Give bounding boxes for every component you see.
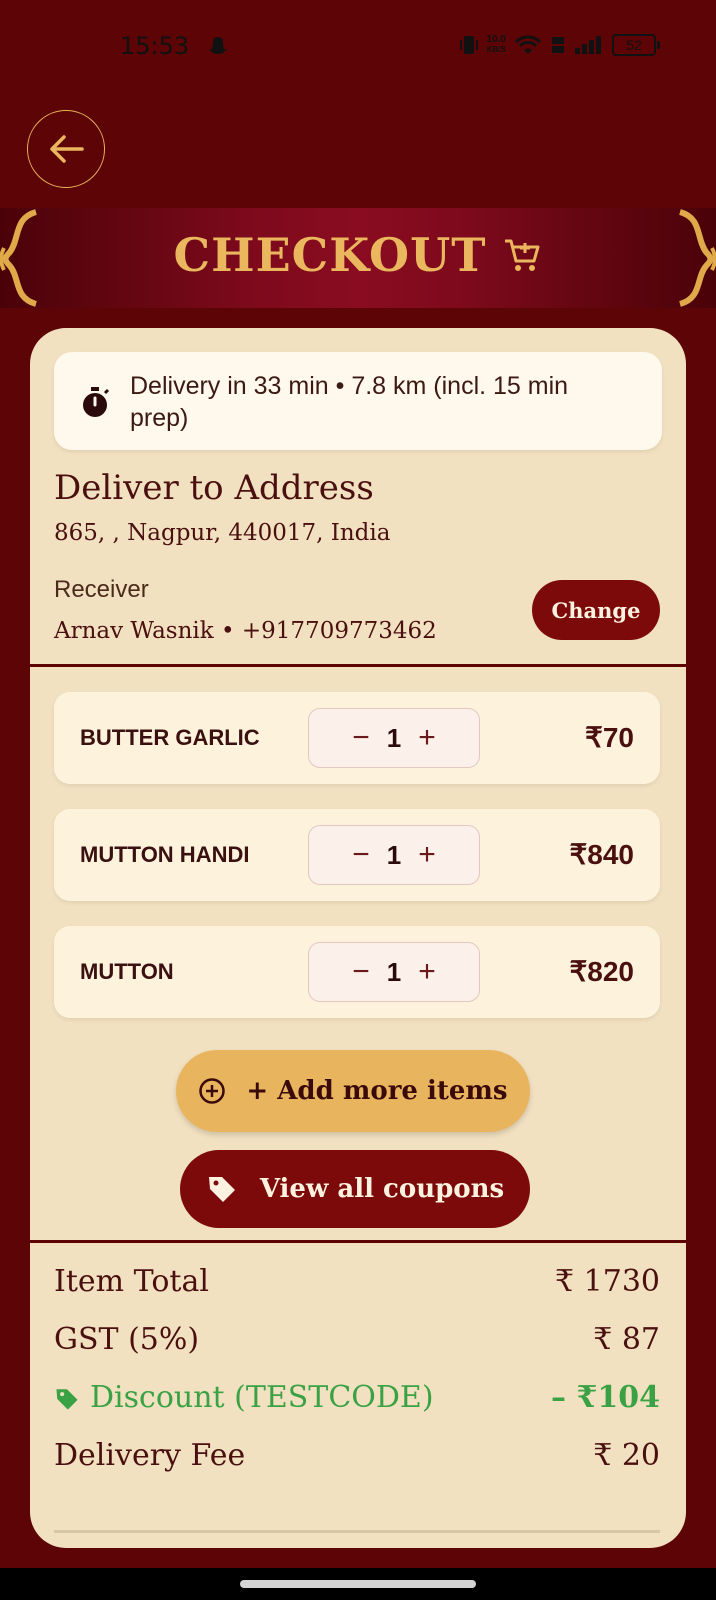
section-divider (30, 664, 686, 667)
checkout-banner: CHECKOUT (0, 208, 716, 308)
item-price: ₹840 (569, 839, 634, 870)
bill-delivery-fee: Delivery Fee ₹ 20 (54, 1438, 660, 1488)
banner-ornament-right (678, 209, 716, 307)
cart-item: MUTTON HANDI − 1 + ₹840 (54, 809, 660, 901)
item-total-value: ₹ 1730 (555, 1264, 660, 1299)
bill-discount: Discount (TESTCODE) – ₹104 (54, 1380, 660, 1430)
delivery-eta-text: Delivery in 33 min • 7.8 km (incl. 15 mi… (130, 372, 569, 432)
bill-item-total: Item Total ₹ 1730 (54, 1264, 660, 1314)
cart-item: BUTTER GARLIC − 1 + ₹70 (54, 692, 660, 784)
view-coupons-button[interactable]: View all coupons (180, 1150, 530, 1228)
vibrate-icon (459, 36, 478, 54)
back-arrow-icon (50, 135, 84, 163)
back-button[interactable] (27, 110, 105, 188)
quantity-stepper: − 1 + (308, 942, 480, 1002)
banner-ornament-left (0, 209, 38, 307)
battery-icon: 52 (612, 34, 660, 56)
address-title: Deliver to Address (54, 468, 374, 508)
item-total-label: Item Total (54, 1264, 209, 1299)
delivery-fee-label: Delivery Fee (54, 1438, 246, 1473)
quantity-stepper: − 1 + (308, 825, 480, 885)
home-gesture-handle[interactable] (240, 1580, 476, 1588)
snapchat-icon (209, 37, 227, 54)
net-speed: 10.0 KB/S (486, 34, 506, 55)
item-name: MUTTON (80, 959, 174, 984)
checkout-card: Delivery in 33 min • 7.8 km (incl. 15 mi… (30, 328, 686, 1548)
item-quantity: 1 (386, 839, 402, 870)
wifi-icon (514, 35, 542, 54)
bill-gst: GST (5%) ₹ 87 (54, 1322, 660, 1372)
item-price: ₹820 (569, 956, 634, 987)
bill-divider (54, 1530, 660, 1533)
decrease-quantity-button[interactable]: − (343, 827, 379, 883)
signal-icon (575, 36, 601, 54)
decrease-quantity-button[interactable]: − (343, 710, 379, 766)
discount-tag-icon (56, 1389, 78, 1410)
item-quantity: 1 (386, 722, 402, 753)
status-bar: 15:53 10.0 KB/S 52 (0, 0, 716, 92)
stopwatch-icon (83, 387, 110, 417)
gst-value: ₹ 87 (593, 1322, 660, 1357)
delivery-eta-box: Delivery in 33 min • 7.8 km (incl. 15 mi… (54, 352, 662, 450)
view-coupons-label: View all coupons (259, 1174, 505, 1204)
add-more-items-button[interactable]: + Add more items (176, 1050, 530, 1132)
address-line: 865, , Nagpur, 440017, India (54, 520, 391, 546)
quantity-stepper: − 1 + (308, 708, 480, 768)
item-quantity: 1 (386, 956, 402, 987)
change-address-button[interactable]: Change (532, 580, 660, 640)
decrease-quantity-button[interactable]: − (343, 944, 379, 1000)
item-name: BUTTER GARLIC (80, 725, 260, 750)
receiver-label: Receiver (54, 576, 149, 603)
delivery-fee-value: ₹ 20 (593, 1438, 660, 1473)
cart-item: MUTTON − 1 + ₹820 (54, 926, 660, 1018)
section-divider (30, 1240, 686, 1243)
receiver-details: Arnav Wasnik • +917709773462 (54, 618, 437, 644)
discount-label: Discount (TESTCODE) (90, 1380, 434, 1415)
add-circle-icon (199, 1078, 226, 1104)
increase-quantity-button[interactable]: + (409, 710, 445, 766)
gst-label: GST (5%) (54, 1322, 200, 1357)
volte-icon (552, 37, 564, 53)
cart-icon (502, 232, 542, 286)
tag-icon (208, 1177, 235, 1202)
status-icons: 10.0 KB/S 52 (459, 30, 660, 60)
add-more-items-label: + Add more items (246, 1076, 508, 1106)
item-name: MUTTON HANDI (80, 842, 250, 867)
status-time: 15:53 (120, 32, 190, 60)
increase-quantity-button[interactable]: + (409, 944, 445, 1000)
discount-value: – ₹104 (551, 1380, 660, 1415)
item-price: ₹70 (585, 722, 634, 753)
page-title: CHECKOUT (0, 228, 716, 286)
increase-quantity-button[interactable]: + (409, 827, 445, 883)
